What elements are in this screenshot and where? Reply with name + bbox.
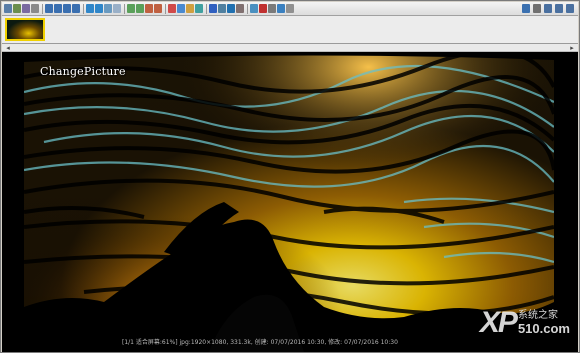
image-viewer[interactable]: ChangePicture [1/1 适合屏幕:61%] jpg:1920×10…: [2, 52, 578, 352]
tools-icon[interactable]: [236, 4, 244, 13]
toolbar-separator: [165, 3, 166, 14]
help-icon[interactable]: [277, 4, 285, 13]
minimize-icon[interactable]: [544, 4, 552, 13]
image-status-line: [1/1 适合屏幕:61%] jpg:1920×1080, 331.3k, 创建…: [122, 339, 398, 346]
toolbar-left-group: [4, 3, 295, 14]
zoom-in-icon[interactable]: [86, 4, 94, 13]
overlay-title: ChangePicture: [40, 65, 126, 78]
thumbnail-selected[interactable]: [5, 18, 45, 41]
photo-canvas: [24, 52, 554, 352]
delete-icon[interactable]: [259, 4, 267, 13]
app-window: ◂ ▸ ChangePicture [1/1 适合屏幕:61%] jpg:192…: [0, 0, 580, 353]
toolbar-separator: [206, 3, 207, 14]
rotate-right-icon[interactable]: [136, 4, 144, 13]
window-icon[interactable]: [555, 4, 563, 13]
toolbar-separator: [124, 3, 125, 14]
zoom-out-icon[interactable]: [95, 4, 103, 13]
rotate-left-icon[interactable]: [127, 4, 135, 13]
browse-icon[interactable]: [13, 4, 21, 13]
thumbnail-scrollbar[interactable]: ◂ ▸: [2, 44, 578, 52]
first-icon[interactable]: [45, 4, 53, 13]
color-icon[interactable]: [168, 4, 176, 13]
watermark-logo: XP 系统之家 510.com: [480, 308, 570, 338]
toolbar-separator: [247, 3, 248, 14]
watermark-text-group: 系统之家 510.com: [518, 310, 570, 336]
fullscreen-icon[interactable]: [113, 4, 121, 13]
crop-icon[interactable]: [177, 4, 185, 13]
watermark-url: 510.com: [517, 321, 570, 336]
histogram-icon[interactable]: [218, 4, 226, 13]
undo-icon[interactable]: [145, 4, 153, 13]
print-icon[interactable]: [31, 4, 39, 13]
rice-terrace-photo: [24, 52, 554, 352]
exit-icon[interactable]: [566, 4, 574, 13]
properties-icon[interactable]: [533, 4, 541, 13]
thumbnail-strip: [2, 16, 578, 44]
about-icon[interactable]: [286, 4, 294, 13]
watermark-xp: XP: [479, 306, 518, 339]
scroll-right-icon[interactable]: ▸: [568, 44, 576, 52]
fit-icon[interactable]: [104, 4, 112, 13]
toolbar-separator: [42, 3, 43, 14]
download-icon[interactable]: [522, 4, 530, 13]
info-icon[interactable]: [209, 4, 217, 13]
toolbar-separator: [83, 3, 84, 14]
toolbar-right-group: [520, 4, 575, 13]
redo-icon[interactable]: [154, 4, 162, 13]
save-icon[interactable]: [22, 4, 30, 13]
slideshow-icon[interactable]: [227, 4, 235, 13]
next-icon[interactable]: [63, 4, 71, 13]
main-toolbar: [2, 2, 578, 16]
scroll-left-icon[interactable]: ◂: [4, 44, 12, 52]
prev-icon[interactable]: [54, 4, 62, 13]
email-icon[interactable]: [250, 4, 258, 13]
effects-icon[interactable]: [195, 4, 203, 13]
resize-icon[interactable]: [186, 4, 194, 13]
open-icon[interactable]: [4, 4, 12, 13]
last-icon[interactable]: [72, 4, 80, 13]
settings-icon[interactable]: [268, 4, 276, 13]
